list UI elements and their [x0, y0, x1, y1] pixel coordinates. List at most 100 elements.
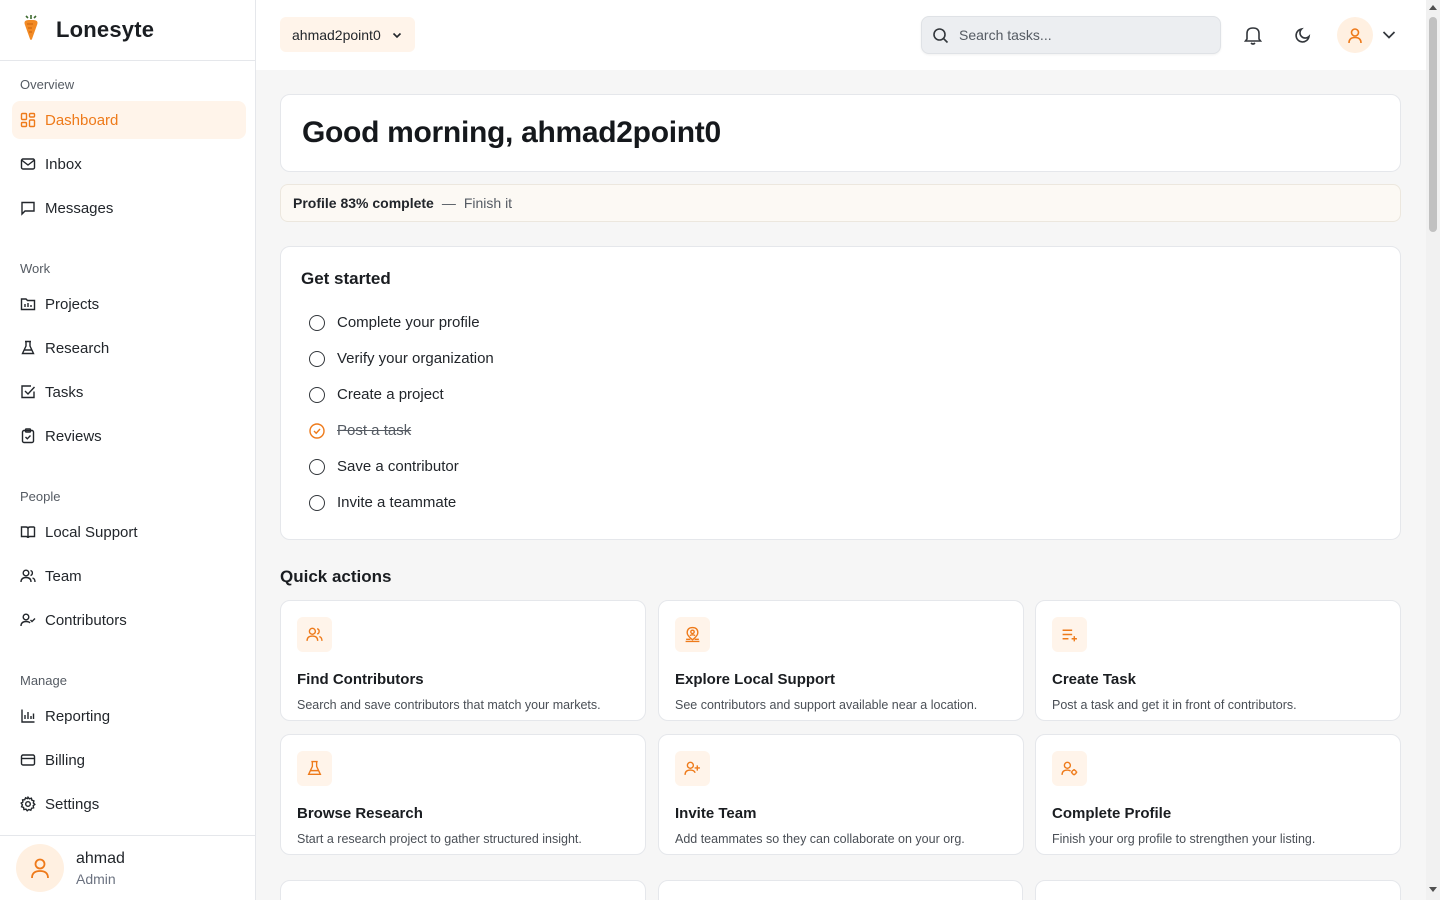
check-circle-icon: [309, 422, 325, 439]
user-plus-icon: [675, 751, 710, 786]
search-placeholder: Search tasks...: [959, 27, 1052, 43]
org-switcher[interactable]: ahmad2point0: [280, 17, 415, 52]
checklist-label: Create a project: [337, 386, 444, 403]
gear-icon: [20, 796, 36, 812]
card-description: See contributors and support available n…: [675, 698, 978, 712]
sidebar-item-label: Reporting: [45, 707, 111, 725]
sidebar-item-reporting[interactable]: Reporting: [12, 697, 246, 735]
sidebar-item-research[interactable]: Research: [12, 329, 246, 367]
card-description: Post a task and get it in front of contr…: [1052, 698, 1297, 712]
sidebar-item-label: Inbox: [45, 155, 82, 173]
clipboard-icon: [21, 428, 35, 444]
avatar[interactable]: [1337, 17, 1373, 53]
users-icon: [20, 569, 36, 583]
sidebar-item-settings[interactable]: Settings: [12, 785, 246, 823]
sidebar-item-label: Settings: [45, 795, 100, 813]
sidebar-item-local-support[interactable]: Local Support: [12, 513, 246, 551]
theme-toggle-button[interactable]: [1288, 20, 1318, 50]
scroll-thumb[interactable]: [1429, 17, 1437, 232]
card-title: Browse Research: [297, 805, 423, 822]
checklist-label: Post a task: [337, 422, 412, 439]
chevron-down-icon: [1382, 31, 1396, 39]
checklist-label: Complete your profile: [337, 314, 480, 331]
section-overview: Overview: [20, 77, 75, 92]
brand[interactable]: Lonesyte: [0, 0, 255, 61]
quick-action-card-partial[interactable]: [280, 880, 646, 900]
sidebar-item-team[interactable]: Team: [12, 557, 246, 595]
greeting-card: Good morning, ahmad2point0: [280, 94, 1401, 172]
quick-action-find-contributors[interactable]: Find Contributors Search and save contri…: [280, 600, 646, 721]
sidebar-item-tasks[interactable]: Tasks: [12, 373, 246, 411]
user-gear-icon: [1052, 751, 1087, 786]
search-input[interactable]: Search tasks...: [921, 16, 1221, 54]
sidebar-item-label: Team: [45, 567, 82, 585]
quick-action-invite-team[interactable]: Invite Team Add teammates so they can co…: [658, 734, 1024, 855]
unchecked-circle-icon: [309, 386, 325, 403]
unchecked-circle-icon: [309, 314, 325, 331]
search-icon: [933, 27, 949, 43]
users-icon: [297, 617, 332, 652]
sidebar-item-label: Messages: [45, 199, 114, 217]
checklist-label: Invite a teammate: [337, 494, 457, 511]
quick-action-create-task[interactable]: Create Task Post a task and get it in fr…: [1035, 600, 1401, 721]
checklist-item[interactable]: Create a project: [309, 386, 444, 403]
book-icon: [20, 526, 36, 539]
flask-icon: [297, 751, 332, 786]
checklist-label: Verify your organization: [337, 350, 494, 367]
sidebar-item-projects[interactable]: Projects: [12, 285, 246, 323]
sidebar-item-inbox[interactable]: Inbox: [12, 145, 246, 183]
scroll-up-icon[interactable]: [1429, 5, 1437, 10]
sidebar-item-reviews[interactable]: Reviews: [12, 417, 246, 455]
sidebar-item-label: Research: [45, 339, 110, 357]
sidebar-item-dashboard[interactable]: Dashboard: [12, 101, 246, 139]
topbar: ahmad2point0 Search tasks...: [256, 0, 1426, 70]
sidebar-item-messages[interactable]: Messages: [12, 189, 246, 227]
card-title: Find Contributors: [297, 671, 424, 688]
avatar: [16, 844, 64, 892]
sidebar-item-billing[interactable]: Billing: [12, 741, 246, 779]
bar-chart-icon: [21, 709, 35, 723]
get-started-title: Get started: [301, 269, 391, 288]
finish-profile-link[interactable]: Finish it: [464, 195, 512, 211]
separator: —: [441, 195, 456, 211]
card-title: Explore Local Support: [675, 671, 836, 688]
quick-actions-title: Quick actions: [280, 567, 392, 586]
sidebar-item-label: Projects: [45, 295, 100, 313]
page-scrollbar[interactable]: [1426, 0, 1440, 900]
sidebar-item-label: Tasks: [45, 383, 84, 401]
checklist-item[interactable]: Save a contributor: [309, 458, 459, 475]
page-title: Good morning, ahmad2point0: [302, 116, 721, 149]
moon-icon: [1295, 27, 1311, 43]
chevron-down-icon: [392, 32, 401, 38]
account-menu-button[interactable]: [1374, 20, 1404, 50]
sidebar-item-label: Contributors: [45, 611, 127, 629]
quick-action-complete-profile[interactable]: Complete Profile Finish your org profile…: [1035, 734, 1401, 855]
sidebar-item-label: Local Support: [45, 523, 138, 541]
quick-action-card-partial[interactable]: [658, 880, 1023, 900]
checklist-item[interactable]: Invite a teammate: [309, 494, 456, 511]
user-icon: [31, 858, 49, 879]
sidebar-item-label: Billing: [45, 751, 86, 769]
notifications-button[interactable]: [1238, 20, 1268, 50]
user-menu[interactable]: ahmad Admin: [0, 835, 255, 900]
sidebar-item-label: Dashboard: [45, 111, 119, 129]
card-title: Invite Team: [675, 805, 757, 822]
checklist-item[interactable]: Complete your profile: [309, 314, 480, 331]
sidebar-item-contributors[interactable]: Contributors: [12, 601, 246, 639]
quick-action-browse-research[interactable]: Browse Research Start a research project…: [280, 734, 646, 855]
card-title: Complete Profile: [1052, 805, 1172, 822]
list-plus-icon: [1052, 617, 1087, 652]
map-pin-user-icon: [675, 617, 710, 652]
checklist-item[interactable]: Post a task: [309, 422, 411, 439]
scroll-down-icon[interactable]: [1429, 887, 1437, 892]
checklist-item[interactable]: Verify your organization: [309, 350, 494, 367]
sidebar-item-label: Reviews: [45, 427, 102, 445]
checkbox-icon: [21, 385, 36, 399]
quick-action-explore-local-support[interactable]: Explore Local Support See contributors a…: [658, 600, 1024, 721]
card-title: Create Task: [1052, 671, 1136, 688]
org-name: ahmad2point0: [292, 26, 381, 43]
user-icon: [1348, 27, 1362, 43]
quick-action-card-partial[interactable]: [1035, 880, 1401, 900]
brand-logo-icon: [20, 14, 42, 46]
unchecked-circle-icon: [309, 350, 325, 367]
